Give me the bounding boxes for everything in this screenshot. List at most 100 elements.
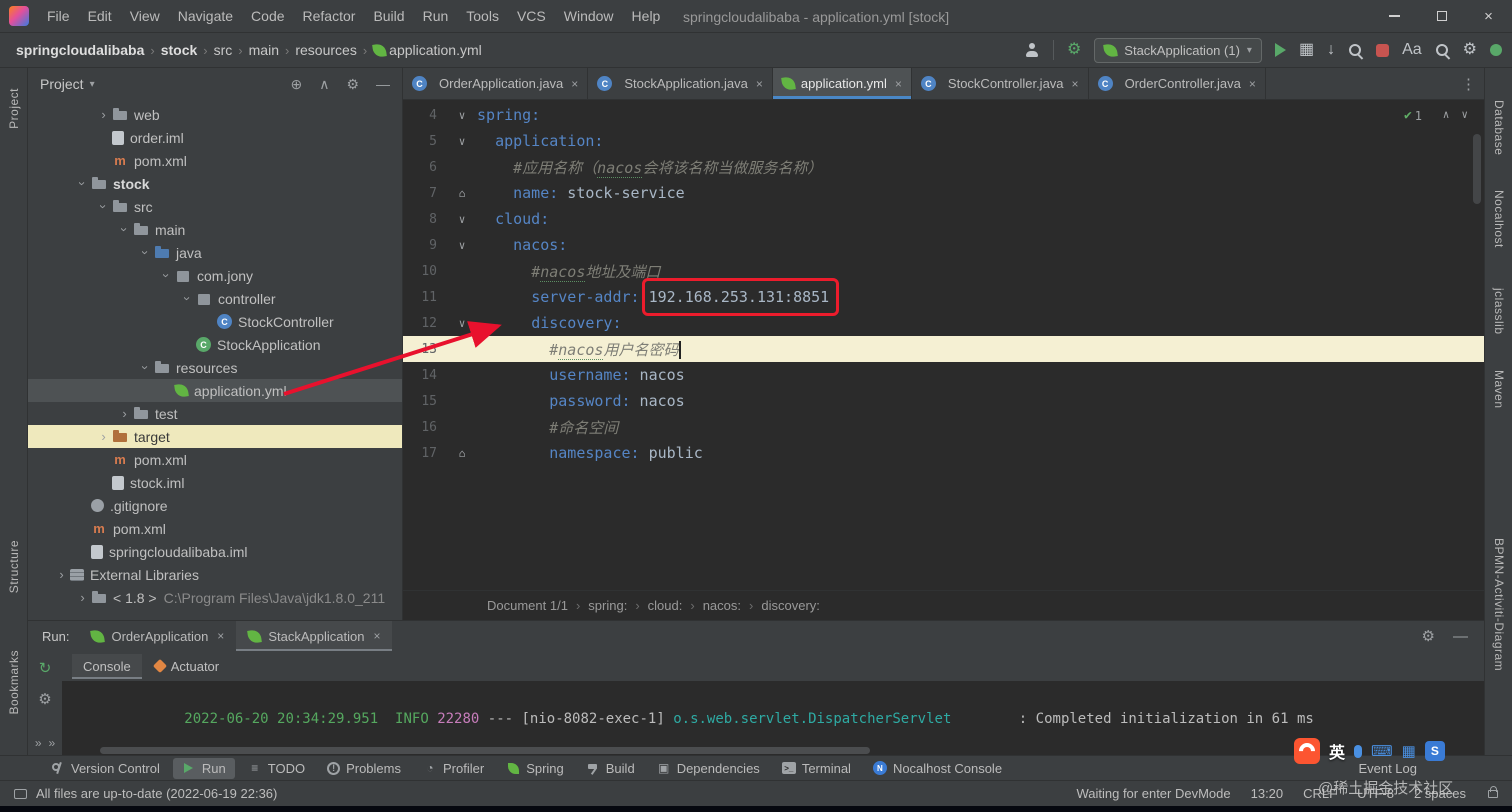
menu-help[interactable]: Help [623,8,670,24]
mic-icon[interactable] [1354,744,1363,758]
tool-button-nocalhost-console[interactable]: Nocalhost Console [864,758,1011,779]
menu-edit[interactable]: Edit [79,8,121,24]
console-horizontal-scrollbar[interactable] [100,747,870,754]
code-line-17[interactable]: 17 ⌂ namespace: public [403,440,1484,466]
tree-item-controller[interactable]: › controller [28,287,402,310]
ime-toolbar[interactable]: 英 ⌨ ▦ S [1294,736,1445,766]
fold-icon[interactable]: ∨ [447,109,477,122]
tree-item-.gitignore[interactable]: .gitignore [28,494,402,517]
keyboard-icon[interactable]: ⌨ [1371,744,1393,759]
chevron-collapsed-icon[interactable]: › [53,568,70,581]
tree-item-pom.xml[interactable]: m pom.xml [28,517,402,540]
chevron-expanded-icon[interactable]: › [75,175,90,192]
close-tab-icon[interactable]: × [373,629,380,643]
menu-view[interactable]: View [121,8,169,24]
tree-item-springcloudalibaba.iml[interactable]: springcloudalibaba.iml [28,540,402,563]
run-tab-orderapplication[interactable]: OrderApplication × [79,621,236,651]
tool-button-todo[interactable]: ≡ TODO [239,758,314,779]
tree-item-src[interactable]: › src [28,195,402,218]
gutter-mark-icon[interactable]: ⌂ [447,447,477,460]
code-editor[interactable]: 4 ∨ spring: 5 ∨ application: 6 #应用名称（nacos会将该… [403,100,1484,590]
tool-window-button-database[interactable]: Database [1492,100,1506,155]
hide-icon[interactable]: — [376,76,390,92]
tool-button-dependencies[interactable]: ▣ Dependencies [648,758,769,779]
tool-window-button-nocalhost[interactable]: Nocalhost [1492,190,1506,248]
tree-item-web[interactable]: › web [28,103,402,126]
code-line-5[interactable]: 5 ∨ application: [403,128,1484,154]
breadcrumb-item-main[interactable]: main [249,42,279,58]
breadcrumb-item-src[interactable]: src [214,42,233,58]
code-line-13[interactable]: 13 #nacos用户名密码 [403,336,1484,362]
tool-button-spring[interactable]: Spring [497,758,573,779]
code-line-4[interactable]: 4 ∨ spring: [403,102,1484,128]
editor-tab-application.yml[interactable]: application.yml × [772,68,912,99]
close-tab-icon[interactable]: × [571,77,578,91]
code-line-9[interactable]: 9 ∨ nacos: [403,232,1484,258]
close-tab-icon[interactable]: × [1072,77,1079,91]
tool-button-problems[interactable]: Problems [318,758,410,779]
breadcrumb-item-springcloudalibaba[interactable]: springcloudalibaba [16,42,144,58]
editor-tab-ordercontroller.java[interactable]: C OrderController.java × [1089,68,1266,99]
fold-icon[interactable]: ∨ [447,239,477,252]
maximize-button[interactable] [1418,0,1465,32]
chevron-expanded-icon[interactable]: › [117,221,132,238]
tool-button-run[interactable]: Run [172,757,235,779]
run-tab-stackapplication[interactable]: StackApplication × [236,621,393,651]
sogou-icon[interactable]: S [1424,741,1445,761]
tree-item-external-libraries[interactable]: › External Libraries [28,563,402,586]
tool-window-button-jclasslib[interactable]: jclasslib [1492,288,1506,335]
inspections-widget[interactable]: ✔ 1 [1404,108,1422,123]
fold-icon[interactable]: ∨ [447,135,477,148]
close-tab-icon[interactable]: × [217,629,224,643]
breadcrumb-item-stock[interactable]: stock [161,42,198,58]
collapse-all-icon[interactable]: ∧ [319,76,329,93]
chevron-expanded-icon[interactable]: › [138,359,153,376]
editor-tab-orderapplication.java[interactable]: C OrderApplication.java × [403,68,589,99]
close-tab-icon[interactable]: × [756,77,763,91]
console-subtab-actuator[interactable]: Actuator [144,654,230,679]
close-tab-icon[interactable]: × [1249,77,1256,91]
console-subtab-console[interactable]: Console [72,653,142,679]
tool-window-button-structure[interactable]: Structure [7,540,21,593]
run-config-select[interactable]: StackApplication (1) ▾ [1094,37,1262,63]
menu-build[interactable]: Build [364,8,413,24]
menu-navigate[interactable]: Navigate [169,8,242,24]
menu-tools[interactable]: Tools [457,8,508,24]
code-line-16[interactable]: 16 #命名空间 [403,414,1484,440]
code-line-10[interactable]: 10 #nacos地址及端口 [403,258,1484,284]
tool-button-terminal[interactable]: Terminal [773,758,860,779]
prev-issue-icon[interactable]: ∧ [1443,108,1450,121]
fold-icon[interactable]: ∨ [447,317,477,330]
tree-item-application.yml[interactable]: application.yml [28,379,402,402]
project-view-selector[interactable]: Project ▾ [40,76,95,92]
tree-item--1.8-[interactable]: › < 1.8 > C:\Program Files\Java\jdk1.8.0_2… [28,586,402,609]
nocalhost-dev-icon[interactable]: ⚙ [1067,42,1081,58]
chevron-collapsed-icon[interactable]: › [74,591,91,604]
code-line-7[interactable]: 7 ⌂ name: stock-service [403,180,1484,206]
rerun-icon[interactable]: ↻ [39,661,52,676]
close-tab-icon[interactable]: × [895,77,902,91]
editor-breadcrumb-document-1-1[interactable]: Document 1/1 [487,598,568,613]
tool-window-button-maven[interactable]: Maven [1492,370,1506,409]
handwriting-icon[interactable]: ▦ [1402,744,1416,759]
breadcrumb-item-resources[interactable]: resources [295,42,356,58]
notifications-icon[interactable] [1490,44,1502,56]
editor-breadcrumb-discovery-[interactable]: discovery: [761,598,820,613]
tree-item-stockcontroller[interactable]: C StockController [28,310,402,333]
chevron-expanded-icon[interactable]: › [159,267,174,284]
chevron-expanded-icon[interactable]: › [138,244,153,261]
code-line-11[interactable]: 11 server-addr: 192.168.253.131:8851 [403,284,1484,310]
chevron-collapsed-icon[interactable]: › [95,430,112,443]
tree-item-resources[interactable]: › resources [28,356,402,379]
tree-item-pom.xml[interactable]: m pom.xml [28,448,402,471]
tool-window-button-bpmn-activiti-diagram[interactable]: BPMN-Activiti-Diagram [1492,538,1506,671]
lock-icon[interactable] [1488,785,1498,798]
breadcrumb-item-application.yml[interactable]: application.yml [389,42,482,58]
editor-breadcrumb-spring-[interactable]: spring: [588,598,627,613]
translate-icon[interactable]: Aa [1402,42,1422,58]
editor-tab-stockcontroller.java[interactable]: C StockController.java × [912,68,1089,99]
search-history-icon[interactable] [1348,43,1363,58]
tree-item-com.jony[interactable]: › com.jony [28,264,402,287]
tree-item-target[interactable]: › target [28,425,402,448]
services-icon[interactable]: ▦ [1299,42,1314,58]
